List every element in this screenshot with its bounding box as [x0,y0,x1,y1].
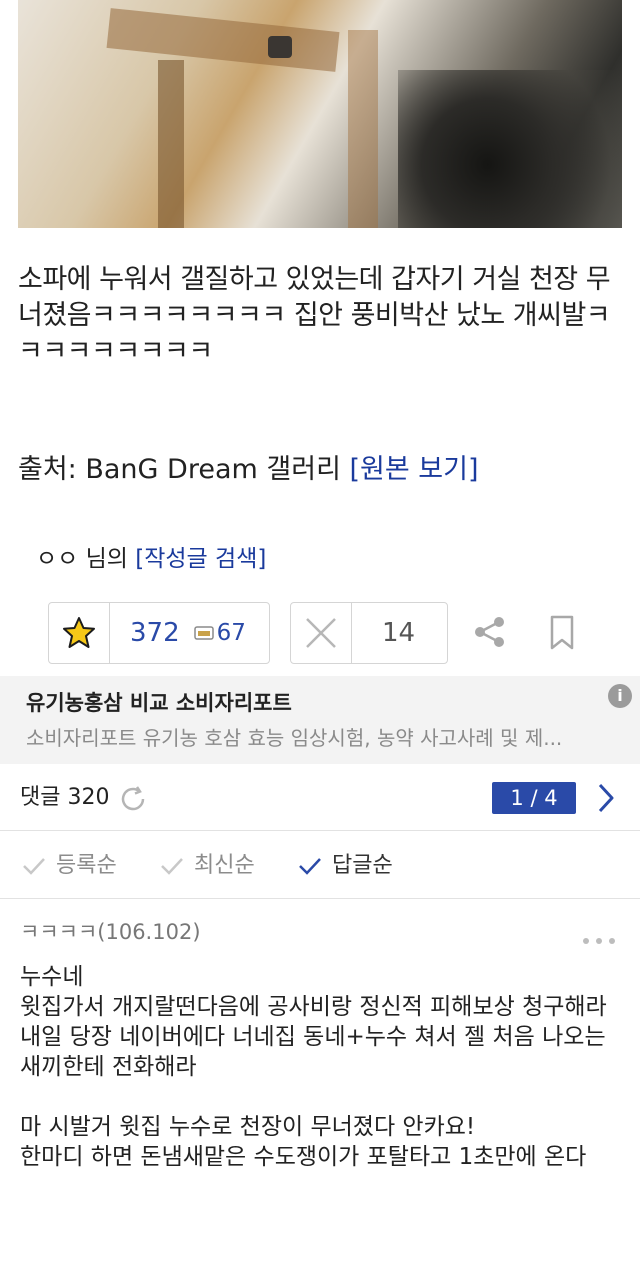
bookmark-icon [550,615,574,650]
ad-title[interactable]: 유기농홍삼 비교 소비자리포트 [26,688,292,718]
comment-sort-bar: 등록순 최신순 답글순 [0,832,640,899]
comment-pager[interactable]: 1 / 4 [492,782,576,814]
more-dots-icon [583,938,615,944]
check-icon [299,858,321,875]
source-link[interactable]: [원본 보기] [350,454,479,485]
x-icon [306,618,336,648]
downvote-count: 14 [382,618,416,648]
sort-label: 답글순 [332,853,393,878]
next-page-button[interactable] [596,782,616,818]
comment-mini-count: 67 [193,620,246,646]
post-body: 소파에 누워서 갤질하고 있었는데 갑자기 거실 천장 무너졌음ㅋㅋㅋㅋㅋㅋㅋㅋ… [18,264,611,367]
share-button[interactable] [472,614,508,654]
ad-description[interactable]: 소비자리포트 유기농 호삼 효능 임상시험, 농약 사고사례 및 제... [26,724,616,752]
post-source: 출처: BanG Dream 갤러리 [원본 보기] [18,452,479,488]
comment-icon [193,626,214,640]
sort-latest[interactable]: 최신순 [160,850,255,882]
bookmark-button[interactable] [548,614,576,656]
sort-registered[interactable]: 등록순 [22,850,117,882]
refresh-button[interactable] [118,784,148,818]
post-photo [18,0,622,228]
check-icon [161,858,183,875]
sort-label: 등록순 [56,853,117,878]
refresh-icon [121,786,145,811]
upvote-box: 372 67 [48,602,270,664]
upvote-button[interactable] [49,603,110,663]
downvote-button[interactable] [291,603,352,663]
share-icon [475,617,504,647]
check-icon [23,858,45,875]
author-search-link[interactable]: [작성글 검색] [135,546,266,572]
comment-count: 67 [216,620,246,646]
comment-body: 누수네 윗집가서 개지랄떤다음에 공사비랑 정신적 피해보상 청구해라 내일 당… [20,964,607,1170]
sort-label: 최신순 [194,853,255,878]
author-name: ㅇㅇ 님의 [36,546,136,572]
comment-more-button[interactable] [582,930,616,949]
downvote-box: 14 [290,602,448,664]
ad-banner[interactable]: 유기농홍삼 비교 소비자리포트 소비자리포트 유기농 호삼 효능 임상시험, 농… [0,676,640,764]
chevron-right-icon [598,783,614,813]
post-author: ㅇㅇ 님의 [작성글 검색] [36,542,266,576]
comment-total: 댓글 320 [20,785,110,810]
comment-author: ㅋㅋㅋㅋ(106.102) [20,920,201,944]
sort-replies[interactable]: 답글순 [298,850,393,882]
ad-info-icon[interactable]: i [608,684,632,708]
upvote-count: 372 [130,618,180,648]
source-text: 출처: BanG Dream 갤러리 [18,454,350,485]
star-icon [63,617,95,648]
